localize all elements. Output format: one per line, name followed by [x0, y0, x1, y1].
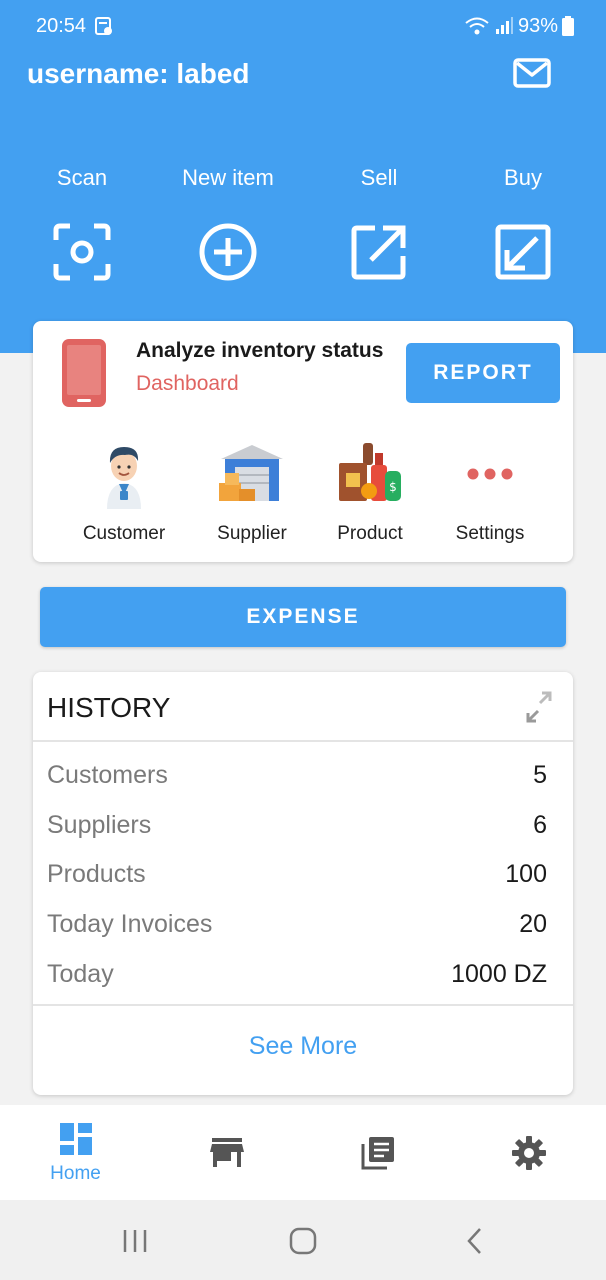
back-icon[interactable]: [460, 1226, 490, 1256]
dashboard-link[interactable]: Dashboard: [136, 372, 239, 396]
nav-settings[interactable]: [453, 1105, 604, 1200]
stat-label: Today: [47, 959, 114, 988]
store-icon: [209, 1138, 244, 1167]
tile-product-label: Product: [337, 523, 403, 544]
scan-label: Scan: [56, 165, 108, 190]
tile-settings-label: Settings: [455, 523, 525, 544]
sell-arrow-icon: [351, 225, 406, 280]
see-more-link[interactable]: See More: [33, 1032, 573, 1061]
stat-value: 20: [519, 909, 547, 938]
battery-icon: [562, 16, 574, 36]
sell-label: Sell: [360, 165, 398, 190]
tile-product[interactable]: $ Product: [315, 439, 425, 545]
stat-row-today-invoices: Today Invoices 20: [47, 904, 547, 944]
settings-gear-icon: [511, 1136, 546, 1170]
wifi-icon: [465, 17, 489, 35]
status-bar: 20:54 93%: [36, 12, 574, 40]
recent-apps-icon[interactable]: [120, 1226, 150, 1256]
history-title: HISTORY: [47, 692, 171, 723]
tile-settings[interactable]: Settings: [435, 439, 545, 545]
stat-row-customers: Customers 5: [47, 755, 547, 795]
stat-label: Today Invoices: [47, 909, 213, 938]
new-item-action[interactable]: New item: [168, 160, 288, 282]
stat-value: 5: [533, 760, 547, 789]
history-divider-top: [33, 740, 573, 742]
history-card: HISTORY Customers 5 Suppliers 6 Products…: [33, 672, 573, 1095]
notification-icon: [95, 17, 113, 35]
library-books-icon: [361, 1137, 394, 1170]
dashboard-title: Analyze inventory status: [136, 339, 384, 362]
stat-value: 1000 DZ: [451, 959, 547, 988]
battery-percent: 93%: [517, 14, 558, 37]
history-divider-bottom: [33, 1004, 573, 1006]
expense-button[interactable]: EXPENSE: [40, 587, 566, 647]
scan-action[interactable]: Scan: [22, 160, 142, 282]
dashboard-card: Analyze inventory status Dashboard REPOR…: [33, 321, 573, 562]
stat-value: 6: [533, 810, 547, 839]
header: 20:54 93% username: labed Scan New item …: [0, 0, 606, 353]
stat-label: Products: [47, 859, 146, 888]
phone-icon: [62, 339, 106, 407]
supplier-icon: [219, 445, 283, 501]
username-label: username: labed: [27, 58, 250, 89]
tile-supplier-label: Supplier: [217, 523, 287, 544]
tile-customer[interactable]: Customer: [69, 439, 179, 545]
nav-library[interactable]: [302, 1105, 453, 1200]
add-circle-icon: [199, 223, 257, 281]
buy-label: Buy: [504, 165, 542, 190]
status-time: 20:54: [36, 14, 87, 37]
customer-icon: [107, 447, 141, 509]
stat-row-today: Today 1000 DZ: [47, 954, 547, 994]
stat-row-products: Products 100: [47, 854, 547, 894]
more-dots-icon: [467, 468, 513, 480]
product-icon: $: [339, 443, 401, 501]
stat-value: 100: [505, 859, 547, 888]
nav-home[interactable]: Home: [0, 1105, 151, 1200]
new-item-label: New item: [182, 165, 274, 190]
signal-icon: [495, 17, 513, 34]
report-button[interactable]: REPORT: [406, 343, 560, 403]
svg-text:$: $: [389, 480, 397, 494]
stat-label: Customers: [47, 760, 168, 789]
buy-action[interactable]: Buy: [463, 160, 583, 282]
sell-action[interactable]: Sell: [319, 160, 439, 282]
expand-icon[interactable]: [525, 690, 553, 724]
stat-row-suppliers: Suppliers 6: [47, 805, 547, 845]
stat-label: Suppliers: [47, 810, 152, 839]
buy-arrow-icon: [495, 224, 551, 280]
mail-button[interactable]: [512, 56, 552, 90]
home-button-icon[interactable]: [288, 1226, 318, 1256]
nav-store[interactable]: [151, 1105, 302, 1200]
tile-customer-label: Customer: [82, 523, 166, 544]
bottom-nav: Home: [0, 1105, 606, 1200]
scan-icon: [53, 223, 111, 281]
system-nav-bar: [0, 1200, 606, 1280]
mail-icon: [513, 58, 551, 88]
tile-supplier[interactable]: Supplier: [197, 439, 307, 545]
home-dashboard-icon: [59, 1123, 92, 1155]
nav-home-label: Home: [50, 1163, 101, 1184]
